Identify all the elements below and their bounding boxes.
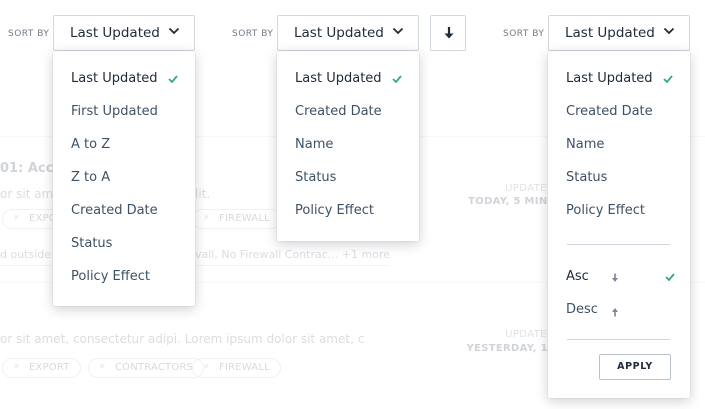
check-icon — [168, 75, 178, 83]
sort-option-name[interactable]: Name — [548, 132, 690, 158]
option-label: Policy Effect — [295, 203, 374, 218]
check-icon — [665, 273, 675, 281]
order-option-desc[interactable]: Desc — [548, 297, 690, 323]
tag-chip: CONTRACTORS — [88, 358, 205, 378]
sort-by-label: SORT BY — [8, 29, 50, 39]
tag-chip: EXPORT — [2, 358, 81, 378]
sort-dropdown-button[interactable]: Last Updated — [548, 15, 690, 51]
chevron-down-icon — [392, 27, 404, 35]
option-label: Created Date — [295, 104, 382, 119]
sort-selected-value: Last Updated — [70, 25, 160, 41]
option-label: Name — [566, 137, 605, 152]
arrow-down-icon — [444, 27, 454, 39]
apply-button[interactable]: APPLY — [599, 354, 671, 380]
sort-option-status[interactable]: Status — [277, 165, 419, 191]
check-icon — [392, 75, 402, 83]
option-label: Policy Effect — [566, 203, 645, 218]
option-label: First Updated — [71, 104, 158, 119]
option-label: Z to A — [71, 170, 111, 185]
sort-option-created-date[interactable]: Created Date — [53, 198, 195, 224]
sort-option-created-date[interactable]: Created Date — [548, 99, 690, 125]
item-note: d outside t — [0, 248, 59, 266]
sort-options-menu: Last Updated Created Date Name Status Po… — [277, 51, 419, 241]
sort-option-last-updated[interactable]: Last Updated — [277, 66, 419, 92]
sort-by-label: SORT BY — [503, 29, 545, 39]
sort-direction-button[interactable] — [430, 15, 466, 51]
option-label: Status — [295, 170, 337, 185]
sort-option-last-updated[interactable]: Last Updated — [53, 66, 195, 92]
sort-option-z-to-a[interactable]: Z to A — [53, 165, 195, 191]
tag-chip: FIREWALL — [192, 209, 281, 229]
option-label: Desc — [566, 302, 598, 317]
sort-by-label: SORT BY — [232, 29, 274, 39]
arrow-down-icon — [612, 273, 618, 282]
arrow-up-icon — [612, 308, 618, 317]
menu-divider — [567, 339, 670, 340]
sort-option-first-updated[interactable]: First Updated — [53, 99, 195, 125]
sort-option-last-updated[interactable]: Last Updated — [548, 66, 690, 92]
sort-option-status[interactable]: Status — [548, 165, 690, 191]
sort-option-policy-effect[interactable]: Policy Effect — [53, 264, 195, 290]
sort-option-name[interactable]: Name — [277, 132, 419, 158]
sort-options-menu: Last Updated Created Date Name Status Po… — [548, 51, 690, 398]
sort-dropdown-button[interactable]: Last Updated — [277, 15, 419, 51]
sort-option-status[interactable]: Status — [53, 231, 195, 257]
option-label: Asc — [566, 269, 589, 284]
option-label: Name — [295, 137, 334, 152]
sort-selected-value: Last Updated — [565, 25, 655, 41]
option-label: Status — [566, 170, 608, 185]
option-label: Last Updated — [295, 71, 382, 86]
order-option-asc[interactable]: Asc — [548, 264, 690, 290]
option-label: Last Updated — [566, 71, 653, 86]
sort-option-created-date[interactable]: Created Date — [277, 99, 419, 125]
chevron-down-icon — [663, 27, 675, 35]
sort-options-menu: Last Updated First Updated A to Z Z to A… — [53, 51, 195, 306]
item-description-tail: lit. — [195, 187, 211, 201]
updated-value: TODAY, 5 MINS — [468, 196, 555, 207]
sort-dropdown-button[interactable]: Last Updated — [53, 15, 195, 51]
option-label: Last Updated — [71, 71, 158, 86]
check-icon — [663, 75, 673, 83]
sort-selected-value: Last Updated — [294, 25, 384, 41]
option-label: A to Z — [71, 137, 111, 152]
option-label: Policy Effect — [71, 269, 150, 284]
chevron-down-icon — [168, 27, 180, 35]
option-label: Created Date — [71, 203, 158, 218]
item-note-tail: vall, No Firewall Contrac... +1 more — [195, 248, 390, 266]
item-description: or sit amet, consectetur adipi. Lorem ip… — [0, 332, 365, 346]
updated-value: YESTERDAY, 10 — [466, 343, 555, 354]
sort-option-policy-effect[interactable]: Policy Effect — [548, 198, 690, 224]
sort-option-policy-effect[interactable]: Policy Effect — [277, 198, 419, 224]
tag-chip: FIREWALL — [192, 358, 281, 378]
option-label: Created Date — [566, 104, 653, 119]
option-label: Status — [71, 236, 113, 251]
menu-divider — [567, 244, 670, 245]
sort-option-a-to-z[interactable]: A to Z — [53, 132, 195, 158]
